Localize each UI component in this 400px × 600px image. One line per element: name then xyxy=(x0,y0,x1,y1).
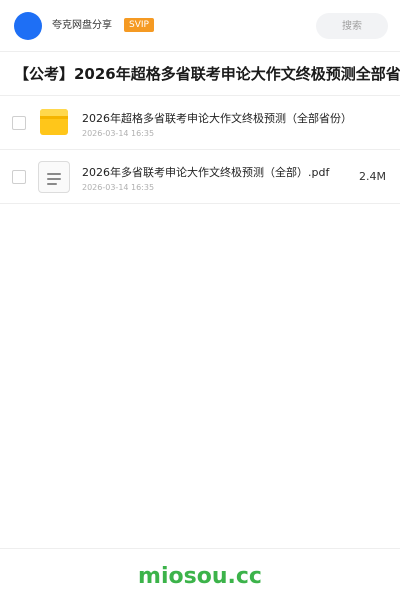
list-item[interactable]: 2026年多省联考申论大作文终极预测（全部）.pdf 2026-03-14 16… xyxy=(0,150,400,204)
header-bar: 夸克网盘分享 SVIP xyxy=(0,0,400,52)
file-name: 2026年超格多省联考申论大作文终极预测（全部省份） xyxy=(82,112,352,125)
file-date: 2026-03-14 16:35 xyxy=(82,183,155,192)
footer: miosou.cc xyxy=(0,548,400,600)
file-date: 2026-03-14 16:35 xyxy=(82,129,155,138)
list-item[interactable]: 2026年超格多省联考申论大作文终极预测（全部省份） 2026-03-14 16… xyxy=(0,96,400,150)
file-size: 2.4M xyxy=(359,170,386,183)
document-icon xyxy=(38,161,70,193)
user-name: 夸克网盘分享 xyxy=(52,20,112,31)
brand-text[interactable]: miosou.cc xyxy=(0,563,400,591)
checkbox[interactable] xyxy=(12,116,26,130)
page-title: 【公考】2026年超格多省联考申论大作文终极预测全部省份 xyxy=(14,65,400,83)
search-input[interactable] xyxy=(316,13,388,39)
checkbox[interactable] xyxy=(12,170,26,184)
avatar[interactable] xyxy=(14,12,42,40)
title-bar: 【公考】2026年超格多省联考申论大作文终极预测全部省份 xyxy=(0,52,400,96)
folder-icon xyxy=(40,109,68,135)
file-list: 2026年超格多省联考申论大作文终极预测（全部省份） 2026-03-14 16… xyxy=(0,96,400,204)
svip-badge: SVIP xyxy=(124,18,154,32)
file-name: 2026年多省联考申论大作文终极预测（全部）.pdf xyxy=(82,166,330,179)
